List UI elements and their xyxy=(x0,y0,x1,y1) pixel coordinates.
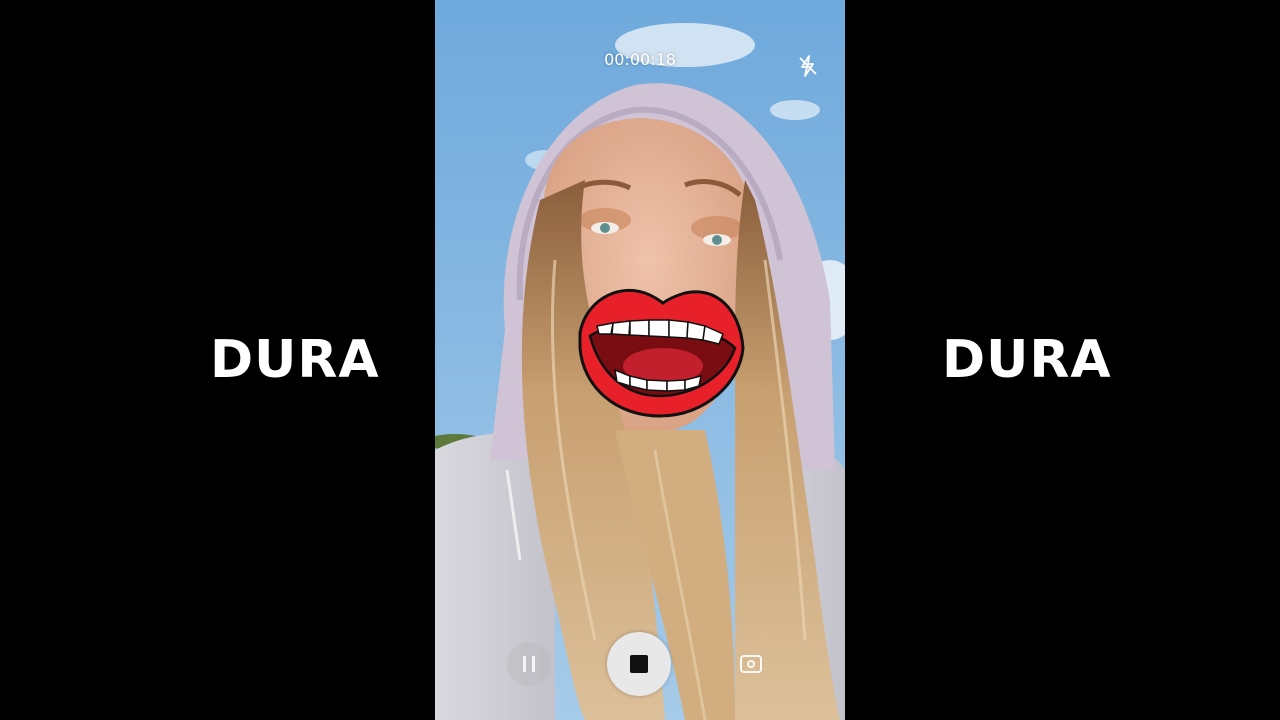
camera-viewfinder: 00:00:18 xyxy=(435,0,845,720)
left-caption-text: DURA xyxy=(210,330,380,390)
recording-timer: 00:00:18 xyxy=(604,50,676,69)
right-caption-text: DURA xyxy=(942,330,1112,390)
stop-record-button[interactable] xyxy=(607,632,671,696)
flash-off-icon[interactable] xyxy=(797,54,819,78)
pause-button[interactable] xyxy=(507,642,551,686)
lips-sticker[interactable] xyxy=(575,278,745,418)
camera-capture-icon xyxy=(740,655,762,673)
stop-record-icon xyxy=(630,655,648,673)
pause-icon xyxy=(523,656,535,672)
capture-photo-button[interactable] xyxy=(729,642,773,686)
recording-controls xyxy=(435,630,845,698)
